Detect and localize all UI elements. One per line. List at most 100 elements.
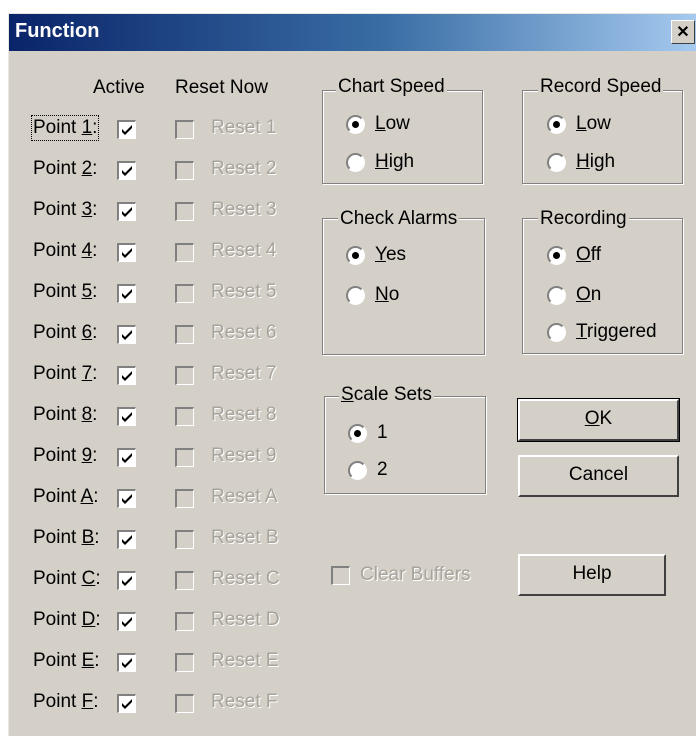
point-active-checkbox[interactable] xyxy=(117,530,136,549)
point-active-checkbox[interactable] xyxy=(117,120,136,139)
checkmark-icon xyxy=(122,125,132,135)
point-label[interactable]: Point F: xyxy=(33,691,98,713)
scale-sets-1-label[interactable]: 1 xyxy=(377,422,388,444)
point-reset-checkbox[interactable] xyxy=(175,325,194,344)
point-active-checkbox[interactable] xyxy=(117,202,136,221)
clear-buffers-checkbox[interactable] xyxy=(331,566,350,585)
point-label[interactable]: Point 6: xyxy=(33,322,97,344)
checkmark-icon xyxy=(122,166,132,176)
checkmark-icon xyxy=(122,412,132,422)
point-active-checkbox[interactable] xyxy=(117,243,136,262)
point-reset-label[interactable]: Reset 5 xyxy=(211,281,276,303)
point-reset-label[interactable]: Reset D xyxy=(211,609,280,631)
point-reset-checkbox[interactable] xyxy=(175,202,194,221)
point-reset-label[interactable]: Reset A xyxy=(211,486,278,508)
point-reset-label[interactable]: Reset 8 xyxy=(211,404,276,426)
title-bar[interactable]: Function ✕ xyxy=(9,14,696,51)
point-reset-checkbox[interactable] xyxy=(175,694,194,713)
point-label[interactable]: Point C: xyxy=(33,568,101,590)
recording-title: Recording xyxy=(538,208,629,230)
point-reset-label[interactable]: Reset C xyxy=(211,568,280,590)
point-active-checkbox[interactable] xyxy=(117,161,136,180)
point-reset-label[interactable]: Reset 2 xyxy=(211,158,276,180)
record-speed-high-radio[interactable] xyxy=(547,153,566,172)
chart-speed-high-radio[interactable] xyxy=(346,153,365,172)
record-speed-low-radio[interactable] xyxy=(547,115,566,134)
point-label[interactable]: Point 7: xyxy=(33,363,97,385)
point-reset-label[interactable]: Reset E xyxy=(211,650,279,672)
point-reset-checkbox[interactable] xyxy=(175,366,194,385)
point-reset-label[interactable]: Reset 3 xyxy=(211,199,276,221)
point-active-checkbox[interactable] xyxy=(117,694,136,713)
scale-sets-2-radio[interactable] xyxy=(348,461,367,480)
point-active-checkbox[interactable] xyxy=(117,489,136,508)
recording-on-label[interactable]: On xyxy=(576,284,601,306)
point-label[interactable]: Point D: xyxy=(33,609,101,631)
point-reset-label[interactable]: Reset 4 xyxy=(211,240,276,262)
point-label[interactable]: Point E: xyxy=(33,650,100,672)
point-reset-checkbox[interactable] xyxy=(175,161,194,180)
record-speed-high-label[interactable]: High xyxy=(576,151,615,173)
active-column-header: Active xyxy=(93,77,145,98)
point-active-checkbox[interactable] xyxy=(117,571,136,590)
recording-off-radio[interactable] xyxy=(547,246,566,265)
point-reset-checkbox[interactable] xyxy=(175,243,194,262)
recording-triggered-label[interactable]: Triggered xyxy=(576,321,657,343)
ok-button[interactable]: OK xyxy=(517,398,680,442)
point-reset-checkbox[interactable] xyxy=(175,612,194,631)
point-active-checkbox[interactable] xyxy=(117,448,136,467)
point-active-checkbox[interactable] xyxy=(117,653,136,672)
check-alarms-title: Check Alarms xyxy=(338,208,460,230)
checkmark-icon xyxy=(122,371,132,381)
point-label[interactable]: Point A: xyxy=(33,486,99,508)
chart-speed-low-label[interactable]: Low xyxy=(375,113,410,135)
point-active-checkbox[interactable] xyxy=(117,612,136,631)
point-active-checkbox[interactable] xyxy=(117,407,136,426)
chart-speed-low-radio[interactable] xyxy=(346,115,365,134)
point-reset-checkbox[interactable] xyxy=(175,489,194,508)
point-reset-label[interactable]: Reset 1 xyxy=(211,117,276,139)
point-reset-checkbox[interactable] xyxy=(175,653,194,672)
point-active-checkbox[interactable] xyxy=(117,325,136,344)
point-label[interactable]: Point 8: xyxy=(33,404,97,426)
checkmark-icon xyxy=(122,576,132,586)
clear-buffers-label[interactable]: Clear Buffers xyxy=(360,564,471,586)
scale-sets-1-radio[interactable] xyxy=(348,424,367,443)
record-speed-low-label[interactable]: Low xyxy=(576,113,611,135)
point-label[interactable]: Point 9: xyxy=(33,445,97,467)
chart-speed-high-label[interactable]: High xyxy=(375,151,414,173)
point-reset-label[interactable]: Reset 9 xyxy=(211,445,276,467)
point-reset-label[interactable]: Reset B xyxy=(211,527,279,549)
point-label[interactable]: Point 3: xyxy=(33,199,97,221)
close-button[interactable]: ✕ xyxy=(671,20,695,44)
window-title: Function xyxy=(15,20,100,42)
point-label[interactable]: Point B: xyxy=(33,527,100,549)
scale-sets-title: Scale Sets xyxy=(339,384,434,406)
point-reset-label[interactable]: Reset 7 xyxy=(211,363,276,385)
point-label[interactable]: Point 2: xyxy=(33,158,97,180)
point-reset-checkbox[interactable] xyxy=(175,284,194,303)
point-reset-checkbox[interactable] xyxy=(175,571,194,590)
point-reset-checkbox[interactable] xyxy=(175,530,194,549)
check-alarms-no-label[interactable]: No xyxy=(375,284,399,306)
check-alarms-yes-radio[interactable] xyxy=(346,246,365,265)
help-button[interactable]: Help xyxy=(518,554,666,596)
point-label[interactable]: Point 5: xyxy=(33,281,97,303)
recording-triggered-radio[interactable] xyxy=(547,323,566,342)
check-alarms-no-radio[interactable] xyxy=(346,286,365,305)
point-reset-checkbox[interactable] xyxy=(175,120,194,139)
point-active-checkbox[interactable] xyxy=(117,366,136,385)
point-reset-checkbox[interactable] xyxy=(175,407,194,426)
scale-sets-2-label[interactable]: 2 xyxy=(377,459,388,481)
recording-on-radio[interactable] xyxy=(547,286,566,305)
point-reset-label[interactable]: Reset F xyxy=(211,691,278,713)
point-reset-label[interactable]: Reset 6 xyxy=(211,322,276,344)
point-label[interactable]: Point 1: xyxy=(30,115,100,141)
point-active-checkbox[interactable] xyxy=(117,284,136,303)
checkmark-icon xyxy=(122,289,132,299)
cancel-button[interactable]: Cancel xyxy=(518,455,679,497)
point-label[interactable]: Point 4: xyxy=(33,240,97,262)
recording-off-label[interactable]: Off xyxy=(576,244,601,266)
check-alarms-yes-label[interactable]: Yes xyxy=(375,244,406,266)
point-reset-checkbox[interactable] xyxy=(175,448,194,467)
